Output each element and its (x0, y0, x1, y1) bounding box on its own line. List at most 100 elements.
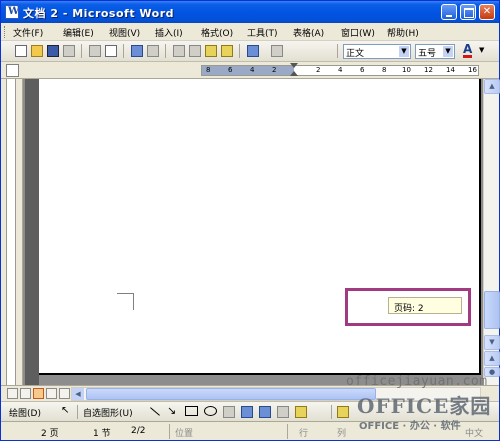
maximize-button[interactable] (460, 4, 476, 20)
autoshapes-menu-button[interactable]: 自选图形(U) (83, 406, 133, 419)
minimize-button[interactable] (441, 4, 457, 20)
font-size-dropdown[interactable]: 五号 ▼ (415, 44, 455, 59)
status-separator (287, 424, 288, 439)
indent-marker-icon[interactable] (290, 63, 298, 77)
menu-tools[interactable]: 工具(T) (247, 26, 278, 39)
fill-color-icon[interactable] (337, 406, 349, 418)
horizontal-scroll-thumb[interactable] (86, 388, 376, 400)
oval-tool-icon[interactable] (204, 406, 217, 416)
vertical-ruler[interactable] (1, 79, 23, 385)
vertical-ruler-band (6, 79, 16, 385)
diagram-icon[interactable] (259, 406, 271, 418)
format-painter-icon[interactable] (221, 45, 233, 57)
toolbar-separator (123, 44, 124, 58)
ruler-number: 10 (402, 66, 411, 74)
page-gap (25, 79, 39, 385)
menu-window[interactable]: 窗口(W) (341, 26, 375, 39)
open-folder-icon[interactable] (31, 45, 43, 57)
toolbar-separator (81, 44, 82, 58)
document-page[interactable]: 页码: 2 (39, 79, 481, 375)
web-view-icon[interactable] (20, 388, 31, 399)
scroll-left-icon[interactable]: ◀ (72, 388, 84, 400)
copy-icon[interactable] (189, 45, 201, 57)
ruler-number: 12 (424, 66, 433, 74)
text-box-icon[interactable] (223, 406, 235, 418)
status-separator (169, 424, 170, 439)
page-number-field[interactable]: 页码: 2 (388, 297, 462, 314)
corner-crop-mark (117, 293, 134, 310)
menu-file[interactable]: 文件(F) (13, 26, 43, 39)
toolbar-separator (165, 44, 166, 58)
cut-icon[interactable] (173, 45, 185, 57)
wordart-icon[interactable] (241, 406, 253, 418)
permission-icon[interactable] (63, 45, 75, 57)
horizontal-ruler-bar: 8 6 4 2 2 4 6 8 10 12 14 16 (1, 62, 499, 79)
clip-art-icon[interactable] (277, 406, 289, 418)
undo-icon[interactable] (247, 45, 259, 57)
print-icon[interactable] (89, 45, 101, 57)
menu-format[interactable]: 格式(O) (201, 26, 233, 39)
menu-table[interactable]: 表格(A) (293, 26, 324, 39)
scroll-up-icon[interactable]: ▲ (484, 79, 500, 94)
status-language: 中文 (465, 429, 484, 439)
redo-icon[interactable] (271, 45, 283, 57)
highlight-annotation: 页码: 2 (345, 288, 471, 326)
ruler-number: 4 (250, 66, 255, 74)
toolbar-separator (239, 44, 240, 58)
font-color-button[interactable]: A (463, 43, 473, 58)
spelling-icon[interactable] (131, 45, 143, 57)
chevron-down-icon[interactable]: ▼ (443, 46, 453, 57)
scroll-down-icon[interactable]: ▼ (484, 335, 500, 350)
menu-grip[interactable] (4, 26, 7, 38)
ruler-left-margin (202, 66, 294, 75)
document-area: 页码: 2 (1, 79, 483, 385)
toolbar-separator (331, 405, 332, 419)
toolbar-separator (77, 405, 78, 419)
ruler-number: 2 (272, 66, 277, 74)
arrow-tool-icon[interactable]: ↘ (167, 404, 176, 417)
menu-edit[interactable]: 编辑(E) (63, 26, 94, 39)
horizontal-ruler[interactable]: 8 6 4 2 2 4 6 8 10 12 14 16 (201, 63, 479, 77)
print-layout-view-icon[interactable] (33, 388, 44, 399)
watermark-url: officejiayuan.com (346, 374, 488, 389)
status-position: 位置 (175, 429, 194, 439)
ruler-number: 4 (338, 66, 343, 74)
draw-menu-button[interactable]: 绘图(D) (9, 406, 41, 419)
paste-icon[interactable] (205, 45, 217, 57)
status-page: 2 页 (41, 429, 59, 439)
outline-view-icon[interactable] (46, 388, 57, 399)
chevron-down-icon[interactable]: ▼ (479, 46, 484, 54)
chevron-down-icon[interactable]: ▼ (399, 46, 409, 57)
print-preview-icon[interactable] (105, 45, 117, 57)
status-page-of: 2/2 (131, 426, 146, 436)
menu-insert[interactable]: 插入(I) (155, 26, 183, 39)
style-dropdown[interactable]: 正文 ▼ (343, 44, 411, 59)
ruler-number: 2 (316, 66, 321, 74)
ruler-number: 8 (382, 66, 387, 74)
rectangle-tool-icon[interactable] (185, 406, 198, 416)
ruler-number: 6 (360, 66, 365, 74)
menu-help[interactable]: 帮助(H) (387, 26, 419, 39)
watermark-brand: OFFICE家园 (357, 394, 492, 418)
menu-view[interactable]: 视图(V) (109, 26, 140, 39)
picture-icon[interactable] (295, 406, 307, 418)
select-objects-icon[interactable]: ↖ (61, 405, 69, 416)
normal-view-icon[interactable] (7, 388, 18, 399)
watermark-tagline: OFFICE · 办公 · 软件 (359, 421, 461, 432)
line-tool-icon[interactable] (150, 407, 160, 416)
window-title: 文档 2 - Microsoft Word (23, 7, 175, 20)
close-button[interactable]: ✕ (479, 4, 495, 20)
new-document-icon[interactable] (15, 45, 27, 57)
save-icon[interactable] (47, 45, 59, 57)
menu-bar: 文件(F) 编辑(E) 视图(V) 插入(I) 格式(O) 工具(T) 表格(A… (1, 23, 499, 41)
reading-view-icon[interactable] (59, 388, 70, 399)
vertical-scroll-thumb[interactable] (484, 291, 500, 329)
previous-page-icon[interactable]: ▲ (484, 351, 500, 366)
tab-selector[interactable] (6, 64, 19, 77)
status-line: 行 (299, 429, 309, 439)
research-icon[interactable] (147, 45, 159, 57)
word-app-icon[interactable] (5, 5, 19, 19)
vertical-scrollbar[interactable]: ▲ ▼ ▲ ● (483, 79, 500, 385)
title-bar[interactable]: 文档 2 - Microsoft Word ✕ (1, 1, 499, 23)
standard-toolbar: 正文 ▼ 五号 ▼ A ▼ (1, 41, 499, 62)
